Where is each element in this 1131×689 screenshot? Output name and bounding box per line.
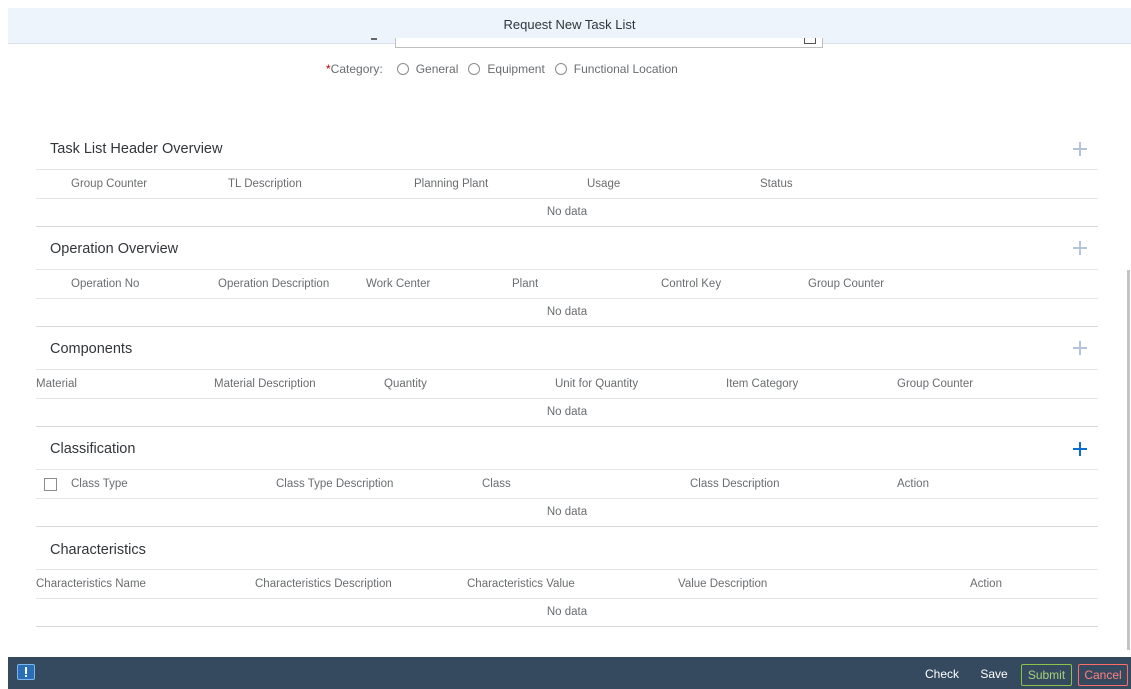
operation-table-columns: Operation No Operation Description Work … xyxy=(36,269,1098,299)
radio-circle[interactable] xyxy=(554,63,567,75)
classification-table-columns: Class Type Class Type Description Class … xyxy=(36,469,1098,499)
radio-functional-location[interactable]: Functional Location xyxy=(554,62,678,76)
date-label-clipped xyxy=(371,38,377,40)
submit-button[interactable]: Submit xyxy=(1021,664,1072,686)
no-data-row: No data xyxy=(36,399,1098,427)
column-header[interactable]: Action xyxy=(897,478,929,490)
category-field: * Category: General Equipment Functional… xyxy=(326,61,688,77)
column-header[interactable]: Plant xyxy=(512,278,538,290)
no-data-row: No data xyxy=(36,299,1098,327)
column-header[interactable]: Class Type Description xyxy=(276,478,393,490)
radio-equipment-label: Equipment xyxy=(487,62,545,76)
components-table-columns: Material Material Description Quantity U… xyxy=(36,369,1098,399)
section-title-operation: Operation Overview xyxy=(50,241,179,257)
column-header[interactable]: TL Description xyxy=(228,178,302,190)
radio-general[interactable]: General xyxy=(396,62,459,76)
column-header[interactable]: Characteristics Description xyxy=(255,578,392,590)
select-all-checkbox[interactable] xyxy=(44,478,57,491)
column-header[interactable]: Class Description xyxy=(690,478,779,490)
radio-circle[interactable] xyxy=(396,63,409,75)
radio-general-label: General xyxy=(415,62,459,76)
column-header[interactable]: Item Category xyxy=(726,378,798,390)
column-header[interactable]: Operation No xyxy=(71,278,139,290)
vertical-scrollbar[interactable] xyxy=(1127,270,1130,650)
no-data-row: No data xyxy=(36,499,1098,527)
add-icon[interactable] xyxy=(1072,441,1088,457)
column-header[interactable]: Unit for Quantity xyxy=(555,378,638,390)
section-title-characteristics: Characteristics xyxy=(50,542,146,558)
column-header[interactable]: Material xyxy=(36,378,77,390)
cancel-button[interactable]: Cancel xyxy=(1078,664,1128,686)
exclamation-dot xyxy=(25,675,27,677)
calendar-icon[interactable] xyxy=(804,38,816,44)
exclamation-mark xyxy=(25,667,27,674)
page: Request New Task List * Category: Genera… xyxy=(0,0,1131,689)
add-icon[interactable] xyxy=(1072,240,1088,256)
footer-toolbar: Check Save Submit Cancel xyxy=(8,657,1131,689)
section-title-classification: Classification xyxy=(50,441,136,457)
column-header[interactable]: Group Counter xyxy=(897,378,973,390)
radio-circle[interactable] xyxy=(468,63,481,75)
header-table-columns: Group Counter TL Description Planning Pl… xyxy=(36,169,1098,199)
column-header[interactable]: Quantity xyxy=(384,378,427,390)
add-icon[interactable] xyxy=(1072,340,1088,356)
characteristics-table-columns: Characteristics Name Characteristics Des… xyxy=(36,569,1098,599)
column-header[interactable]: Material Description xyxy=(214,378,316,390)
column-header[interactable]: Group Counter xyxy=(71,178,147,190)
column-header[interactable]: Operation Description xyxy=(218,278,329,290)
add-icon[interactable] xyxy=(1072,141,1088,157)
column-header[interactable]: Characteristics Name xyxy=(36,578,146,590)
column-header[interactable]: Work Center xyxy=(366,278,430,290)
radio-equipment[interactable]: Equipment xyxy=(468,62,545,76)
check-button[interactable]: Check xyxy=(921,664,963,686)
column-header[interactable]: Usage xyxy=(587,178,620,190)
column-header[interactable]: Status xyxy=(760,178,793,190)
column-header[interactable]: Action xyxy=(970,578,1002,590)
column-header[interactable]: Group Counter xyxy=(808,278,884,290)
column-header[interactable]: Control Key xyxy=(661,278,721,290)
no-data-row: No data xyxy=(36,199,1098,227)
message-popover-icon[interactable] xyxy=(17,664,35,680)
column-header[interactable]: Characteristics Value xyxy=(467,578,575,590)
column-header[interactable]: Value Description xyxy=(678,578,767,590)
section-title-components: Components xyxy=(50,341,133,357)
date-input[interactable] xyxy=(395,38,823,48)
column-header[interactable]: Planning Plant xyxy=(414,178,488,190)
section-title-header: Task List Header Overview xyxy=(50,141,223,157)
no-data-row: No data xyxy=(36,599,1098,627)
column-header[interactable]: Class xyxy=(482,478,511,490)
radio-functional-location-label: Functional Location xyxy=(573,62,678,76)
column-header[interactable]: Class Type xyxy=(71,478,128,490)
category-label: Category: xyxy=(330,62,383,76)
save-button[interactable]: Save xyxy=(976,664,1012,686)
